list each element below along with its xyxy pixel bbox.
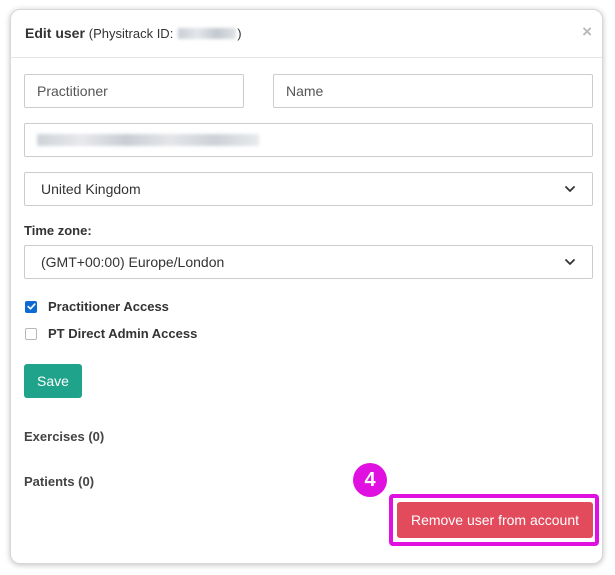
- close-icon[interactable]: ×: [582, 23, 592, 41]
- role-field-value: Practitioner: [37, 83, 108, 99]
- remove-user-button[interactable]: Remove user from account: [397, 502, 593, 538]
- name-field[interactable]: Name: [273, 74, 593, 108]
- chevron-down-icon: [565, 186, 575, 192]
- dialog-header: Edit user (Physitrack ID: ) ×: [11, 10, 602, 58]
- name-field-placeholder: Name: [286, 83, 324, 99]
- edit-user-dialog: Edit user (Physitrack ID: ) × Practition…: [10, 9, 603, 564]
- pt-direct-admin-access-checkbox[interactable]: [25, 327, 37, 340]
- dialog-title: Edit user: [25, 25, 85, 41]
- patients-section-title[interactable]: Patients (0): [24, 474, 94, 489]
- pt-direct-admin-access-option[interactable]: PT Direct Admin Access: [25, 326, 197, 341]
- exercises-section-title[interactable]: Exercises (0): [24, 429, 104, 444]
- practitioner-access-checkbox[interactable]: [25, 300, 37, 313]
- redacted-physitrack-id: [178, 28, 237, 39]
- timezone-select[interactable]: (GMT+00:00) Europe/London: [24, 245, 593, 279]
- timezone-select-value: (GMT+00:00) Europe/London: [41, 254, 225, 270]
- redacted-email: [37, 134, 259, 146]
- dialog-title-area: Edit user (Physitrack ID: ): [25, 25, 242, 41]
- physitrack-id-suffix: ): [237, 26, 242, 41]
- practitioner-access-option[interactable]: Practitioner Access: [25, 299, 169, 314]
- practitioner-access-label: Practitioner Access: [48, 299, 169, 314]
- check-icon: [26, 303, 36, 310]
- country-select-value: United Kingdom: [41, 181, 141, 197]
- country-select[interactable]: United Kingdom: [24, 172, 593, 206]
- email-field[interactable]: [24, 123, 593, 157]
- timezone-label: Time zone:: [24, 223, 92, 238]
- pt-direct-admin-access-label: PT Direct Admin Access: [48, 326, 198, 341]
- chevron-down-icon: [565, 259, 575, 265]
- role-field[interactable]: Practitioner: [24, 74, 244, 108]
- step-number-badge: 4: [353, 463, 387, 497]
- save-button[interactable]: Save: [24, 364, 82, 398]
- physitrack-id-prefix: (Physitrack ID:: [88, 26, 174, 41]
